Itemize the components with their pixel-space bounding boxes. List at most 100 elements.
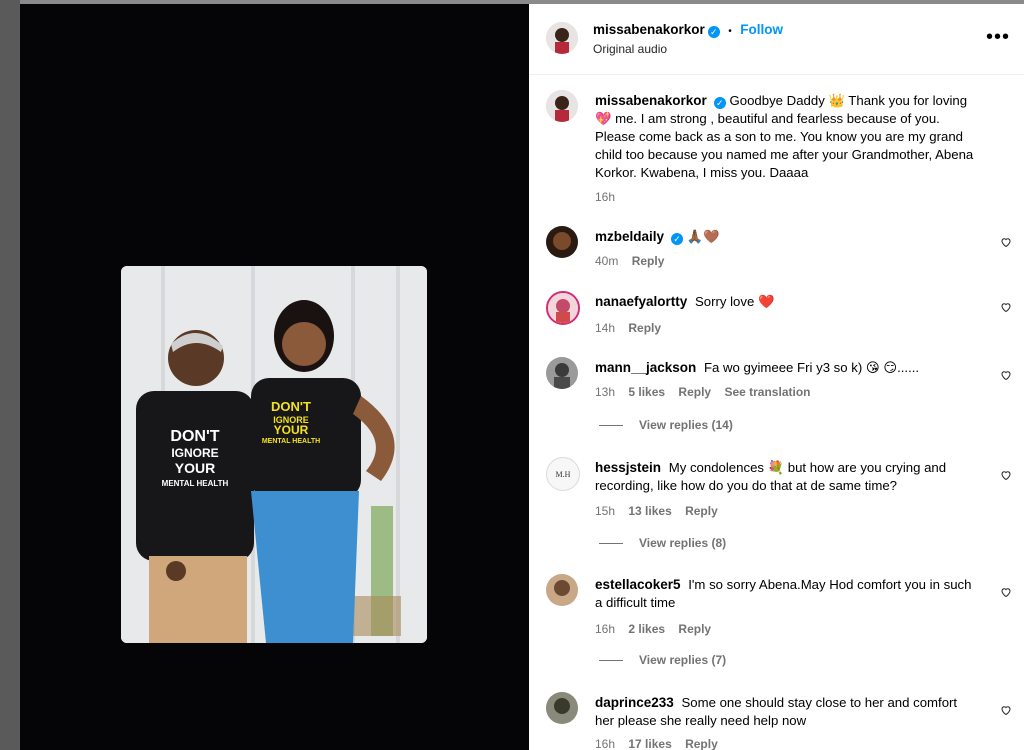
post-photo-illustration: DON'T IGNORE YOUR MENTAL HEALTH DON'T IG… xyxy=(121,266,427,643)
view-replies-label: View replies (8) xyxy=(639,536,727,550)
post-video[interactable]: DON'T IGNORE YOUR MENTAL HEALTH DON'T IG… xyxy=(121,266,427,643)
comment-meta: 14h Reply xyxy=(595,321,671,335)
caption-line-5: Korkor. Kwabena, I miss you. Daaaa xyxy=(595,165,809,180)
caption: missabenakorkor ✓ Goodbye Daddy 👑 Thank y… xyxy=(529,90,1024,210)
view-replies-label: View replies (14) xyxy=(639,418,733,432)
caption-text: missabenakorkor ✓ Goodbye Daddy 👑 Thank y… xyxy=(595,92,990,182)
caption-line-1: Goodbye Daddy 👑 Thank you for loving xyxy=(729,93,968,108)
likes-count[interactable]: 2 likes xyxy=(628,622,665,636)
heart-outline-icon[interactable] xyxy=(1000,301,1012,313)
left-gutter xyxy=(0,0,20,750)
comment-body-line-2: her please she really need help now xyxy=(595,713,807,728)
reply-button[interactable]: Reply xyxy=(632,254,665,268)
view-replies-button[interactable]: View replies (7) xyxy=(599,653,726,667)
comment-time: 15h xyxy=(595,504,616,518)
verified-badge-icon: ✓ xyxy=(671,233,684,245)
comment-item: nanaefyalortty Sorry love ❤️ 14h Reply xyxy=(529,291,1024,341)
caption-line-3: Please come back as a son to me. You kno… xyxy=(595,129,963,144)
shirt-text-right-1: DON'T xyxy=(271,399,311,414)
reply-button[interactable]: Reply xyxy=(678,385,711,399)
author-username[interactable]: missabenakorkor xyxy=(593,22,705,37)
caption-line-4: child too because you named me after you… xyxy=(595,147,974,162)
comment-body-line-2: recording, like how do you do that at de… xyxy=(595,478,898,493)
commenter-avatar[interactable] xyxy=(546,226,578,258)
shirt-text-left-3: YOUR xyxy=(175,460,215,476)
header-separator: • xyxy=(728,26,732,37)
reply-button[interactable]: Reply xyxy=(678,622,711,636)
reply-button[interactable]: Reply xyxy=(628,321,661,335)
shirt-text-left-1: DON'T xyxy=(170,428,219,445)
comment-text: mann__jackson Fa wo gyimeee Fri y3 so k)… xyxy=(595,359,990,377)
verified-badge-icon: ✓ xyxy=(707,26,720,38)
heart-outline-icon[interactable] xyxy=(1000,236,1012,248)
caption-line-2: 💖 me. I am strong , beautiful and fearle… xyxy=(595,111,940,126)
view-replies-line xyxy=(599,543,623,545)
comment-text: hessjstein My condolences 💐 but how are … xyxy=(595,459,990,495)
view-replies-line xyxy=(599,660,623,662)
comment-text: daprince233 Some one should stay close t… xyxy=(595,694,990,730)
heart-outline-icon[interactable] xyxy=(1000,469,1012,481)
comment-body-line-1: My condolences 💐 but how are you crying … xyxy=(668,460,947,475)
view-replies-label: View replies (7) xyxy=(639,653,727,667)
caption-username[interactable]: missabenakorkor xyxy=(595,93,707,108)
commenter-avatar[interactable] xyxy=(546,357,578,389)
view-replies-button[interactable]: View replies (14) xyxy=(599,418,733,432)
commenter-avatar[interactable]: M.H xyxy=(546,457,580,491)
view-replies-line xyxy=(599,425,623,427)
comment-item: estellacoker5 I'm so sorry Abena.May Hod… xyxy=(529,574,1024,644)
comment-meta: 16h 2 likes Reply xyxy=(595,622,721,636)
shirt-text-left-2: IGNORE xyxy=(171,446,218,460)
verified-badge-icon: ✓ xyxy=(713,97,726,109)
comment-time: 13h xyxy=(595,385,616,399)
comment-time: 40m xyxy=(595,254,619,268)
heart-outline-icon[interactable] xyxy=(1000,369,1012,381)
comment-username[interactable]: nanaefyalortty xyxy=(595,294,687,309)
comment-text: nanaefyalortty Sorry love ❤️ xyxy=(595,293,990,311)
comment-item: mzbeldaily ✓ 🙏🏾🤎 40m Reply xyxy=(529,226,1024,276)
caption-avatar[interactable] xyxy=(546,90,578,122)
comment-username[interactable]: daprince233 xyxy=(595,695,674,710)
more-options-icon[interactable]: ••• xyxy=(986,26,1010,49)
caption-time: 16h xyxy=(595,190,616,204)
shirt-text-left-4: MENTAL HEALTH xyxy=(162,479,229,488)
heart-outline-icon[interactable] xyxy=(1000,704,1012,716)
comment-body-line-1: Some one should stay close to her and co… xyxy=(681,695,958,710)
view-replies-button[interactable]: View replies (8) xyxy=(599,536,726,550)
original-audio-link[interactable]: Original audio xyxy=(593,42,667,56)
header-title-row: missabenakorkor ✓ • Follow xyxy=(593,21,783,39)
reply-button[interactable]: Reply xyxy=(685,737,718,750)
media-pane[interactable]: DON'T IGNORE YOUR MENTAL HEALTH DON'T IG… xyxy=(20,4,529,750)
caption-meta: 16h xyxy=(595,190,625,204)
comment-body: 🙏🏾🤎 xyxy=(686,229,720,244)
shirt-text-right-3: YOUR xyxy=(274,423,309,437)
comment-username[interactable]: estellacoker5 xyxy=(595,577,681,592)
likes-count[interactable]: 17 likes xyxy=(628,737,671,750)
follow-button[interactable]: Follow xyxy=(740,22,783,37)
post-header: missabenakorkor ✓ • Follow Original audio… xyxy=(529,4,1024,75)
likes-count[interactable]: 13 likes xyxy=(628,504,671,518)
comment-meta: 16h 17 likes Reply xyxy=(595,737,728,750)
see-translation-button[interactable]: See translation xyxy=(724,385,810,399)
svg-text:M.H: M.H xyxy=(556,470,571,479)
commenter-avatar[interactable] xyxy=(546,692,578,724)
comment-body: Sorry love ❤️ xyxy=(694,294,775,309)
likes-count[interactable]: 5 likes xyxy=(628,385,665,399)
comment-body: Fa wo gyimeee Fri y3 so k) 😘 😏...... xyxy=(703,360,920,375)
commenter-avatar[interactable] xyxy=(546,574,578,606)
comment-time: 14h xyxy=(595,321,616,335)
author-avatar[interactable] xyxy=(546,22,578,54)
comment-time: 16h xyxy=(595,622,616,636)
commenter-avatar[interactable] xyxy=(546,291,580,325)
comment-text: mzbeldaily ✓ 🙏🏾🤎 xyxy=(595,228,990,246)
comment-time: 16h xyxy=(595,737,616,750)
comment-username[interactable]: mzbeldaily xyxy=(595,229,664,244)
comment-text: estellacoker5 I'm so sorry Abena.May Hod… xyxy=(595,576,990,612)
comment-body-line-1: I'm so sorry Abena.May Hod comfort you i… xyxy=(688,577,972,592)
reply-button[interactable]: Reply xyxy=(685,504,718,518)
heart-outline-icon[interactable] xyxy=(1000,586,1012,598)
comment-username[interactable]: mann__jackson xyxy=(595,360,696,375)
comments-panel: missabenakorkor ✓ • Follow Original audio… xyxy=(529,4,1024,750)
comment-item: mann__jackson Fa wo gyimeee Fri y3 so k)… xyxy=(529,357,1024,407)
comment-item: daprince233 Some one should stay close t… xyxy=(529,692,1024,750)
comment-username[interactable]: hessjstein xyxy=(595,460,661,475)
